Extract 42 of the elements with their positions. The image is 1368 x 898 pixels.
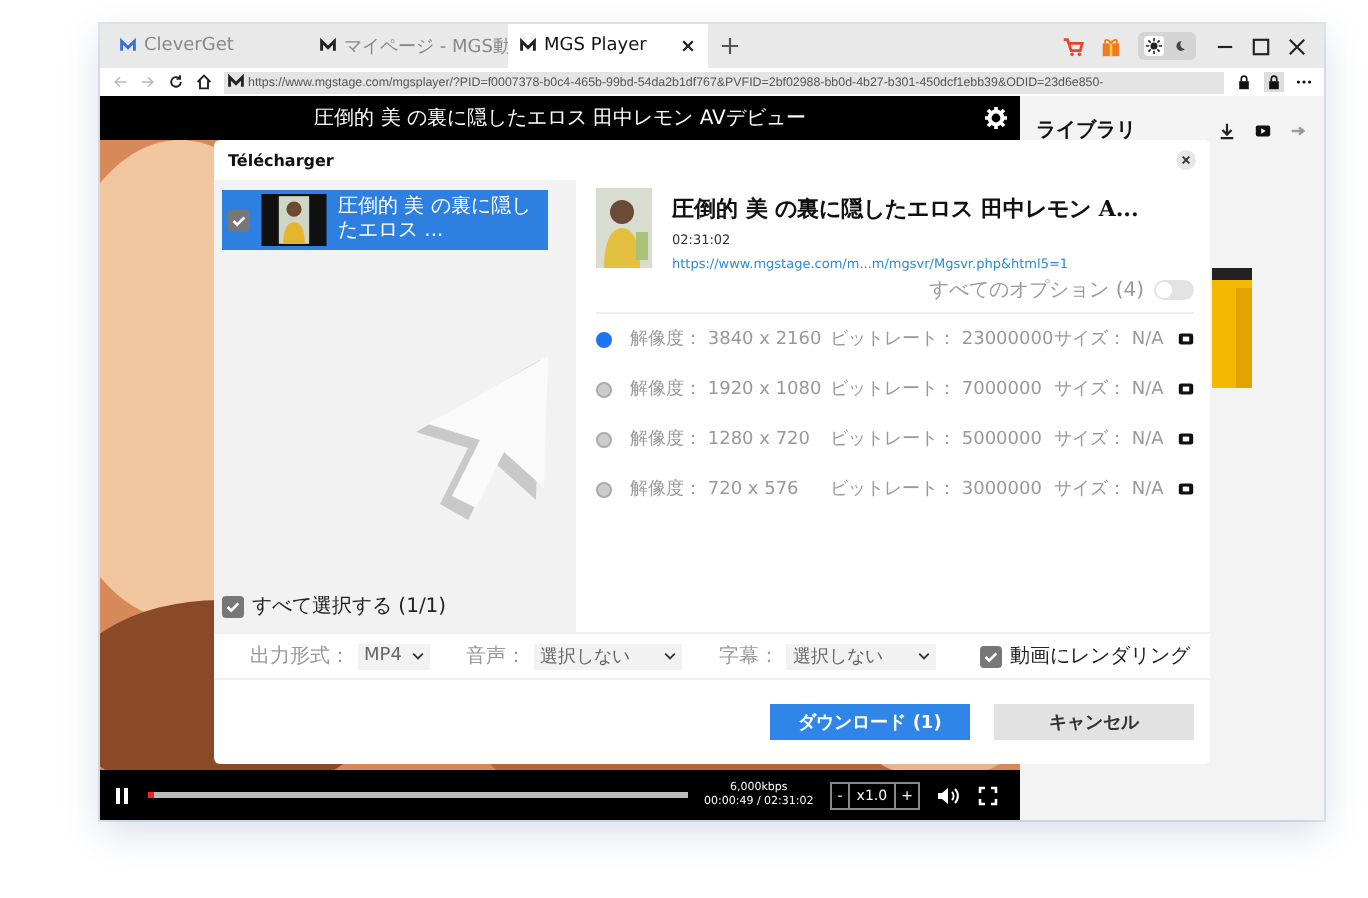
browser-tab[interactable]: MGS Player	[508, 24, 708, 68]
maximize-icon[interactable]	[1252, 37, 1270, 55]
video-icon	[1178, 332, 1194, 346]
new-tab-icon[interactable]	[720, 36, 740, 56]
logo-icon	[320, 38, 336, 54]
size-text: サイズ： N/A	[1054, 377, 1166, 402]
logo-icon	[228, 74, 244, 90]
moon-icon	[1170, 36, 1190, 56]
pause-icon[interactable]	[112, 785, 132, 805]
library-title: ライブラリ	[1036, 117, 1138, 144]
video-icon	[1178, 482, 1194, 496]
cart-icon[interactable]	[1062, 35, 1084, 57]
size-text: サイズ： N/A	[1054, 427, 1166, 452]
theme-toggle[interactable]	[1138, 32, 1196, 60]
lock-icon[interactable]	[1264, 72, 1284, 92]
more-icon[interactable]	[1296, 74, 1312, 90]
tab-label: MGS Player	[544, 36, 649, 56]
arrow-icon[interactable]	[1290, 121, 1308, 139]
video-icon[interactable]	[1254, 121, 1272, 139]
home-icon[interactable]	[196, 74, 212, 90]
logo-icon	[120, 38, 136, 54]
logo-icon	[520, 38, 536, 54]
tab-label: CleverGet	[144, 36, 234, 56]
browser-tab[interactable]: CleverGet	[108, 24, 308, 68]
video-icon	[1178, 382, 1194, 396]
close-icon[interactable]	[1176, 150, 1196, 170]
close-icon[interactable]	[680, 38, 696, 54]
volume-icon[interactable]	[936, 785, 961, 805]
size-text: サイズ： N/A	[1054, 477, 1166, 502]
download-icon[interactable]	[1218, 121, 1236, 139]
fullscreen-icon[interactable]	[976, 785, 1001, 805]
settings-icon[interactable]	[984, 106, 1008, 130]
toggle-switch[interactable]	[1154, 280, 1194, 300]
lock-icon[interactable]	[1236, 74, 1252, 90]
video-title: 圧倒的 美 の裏に隠したエロス 田中レモン AVデビュー	[314, 105, 806, 132]
render-label: 動画にレンダリング	[1010, 644, 1191, 670]
reload-icon[interactable]	[168, 74, 184, 90]
close-icon[interactable]	[1288, 37, 1306, 55]
sun-icon	[1144, 36, 1164, 56]
size-text: サイズ： N/A	[1054, 327, 1166, 352]
video-icon	[1178, 432, 1194, 446]
cancel-button[interactable]: キャンセル	[994, 704, 1194, 740]
